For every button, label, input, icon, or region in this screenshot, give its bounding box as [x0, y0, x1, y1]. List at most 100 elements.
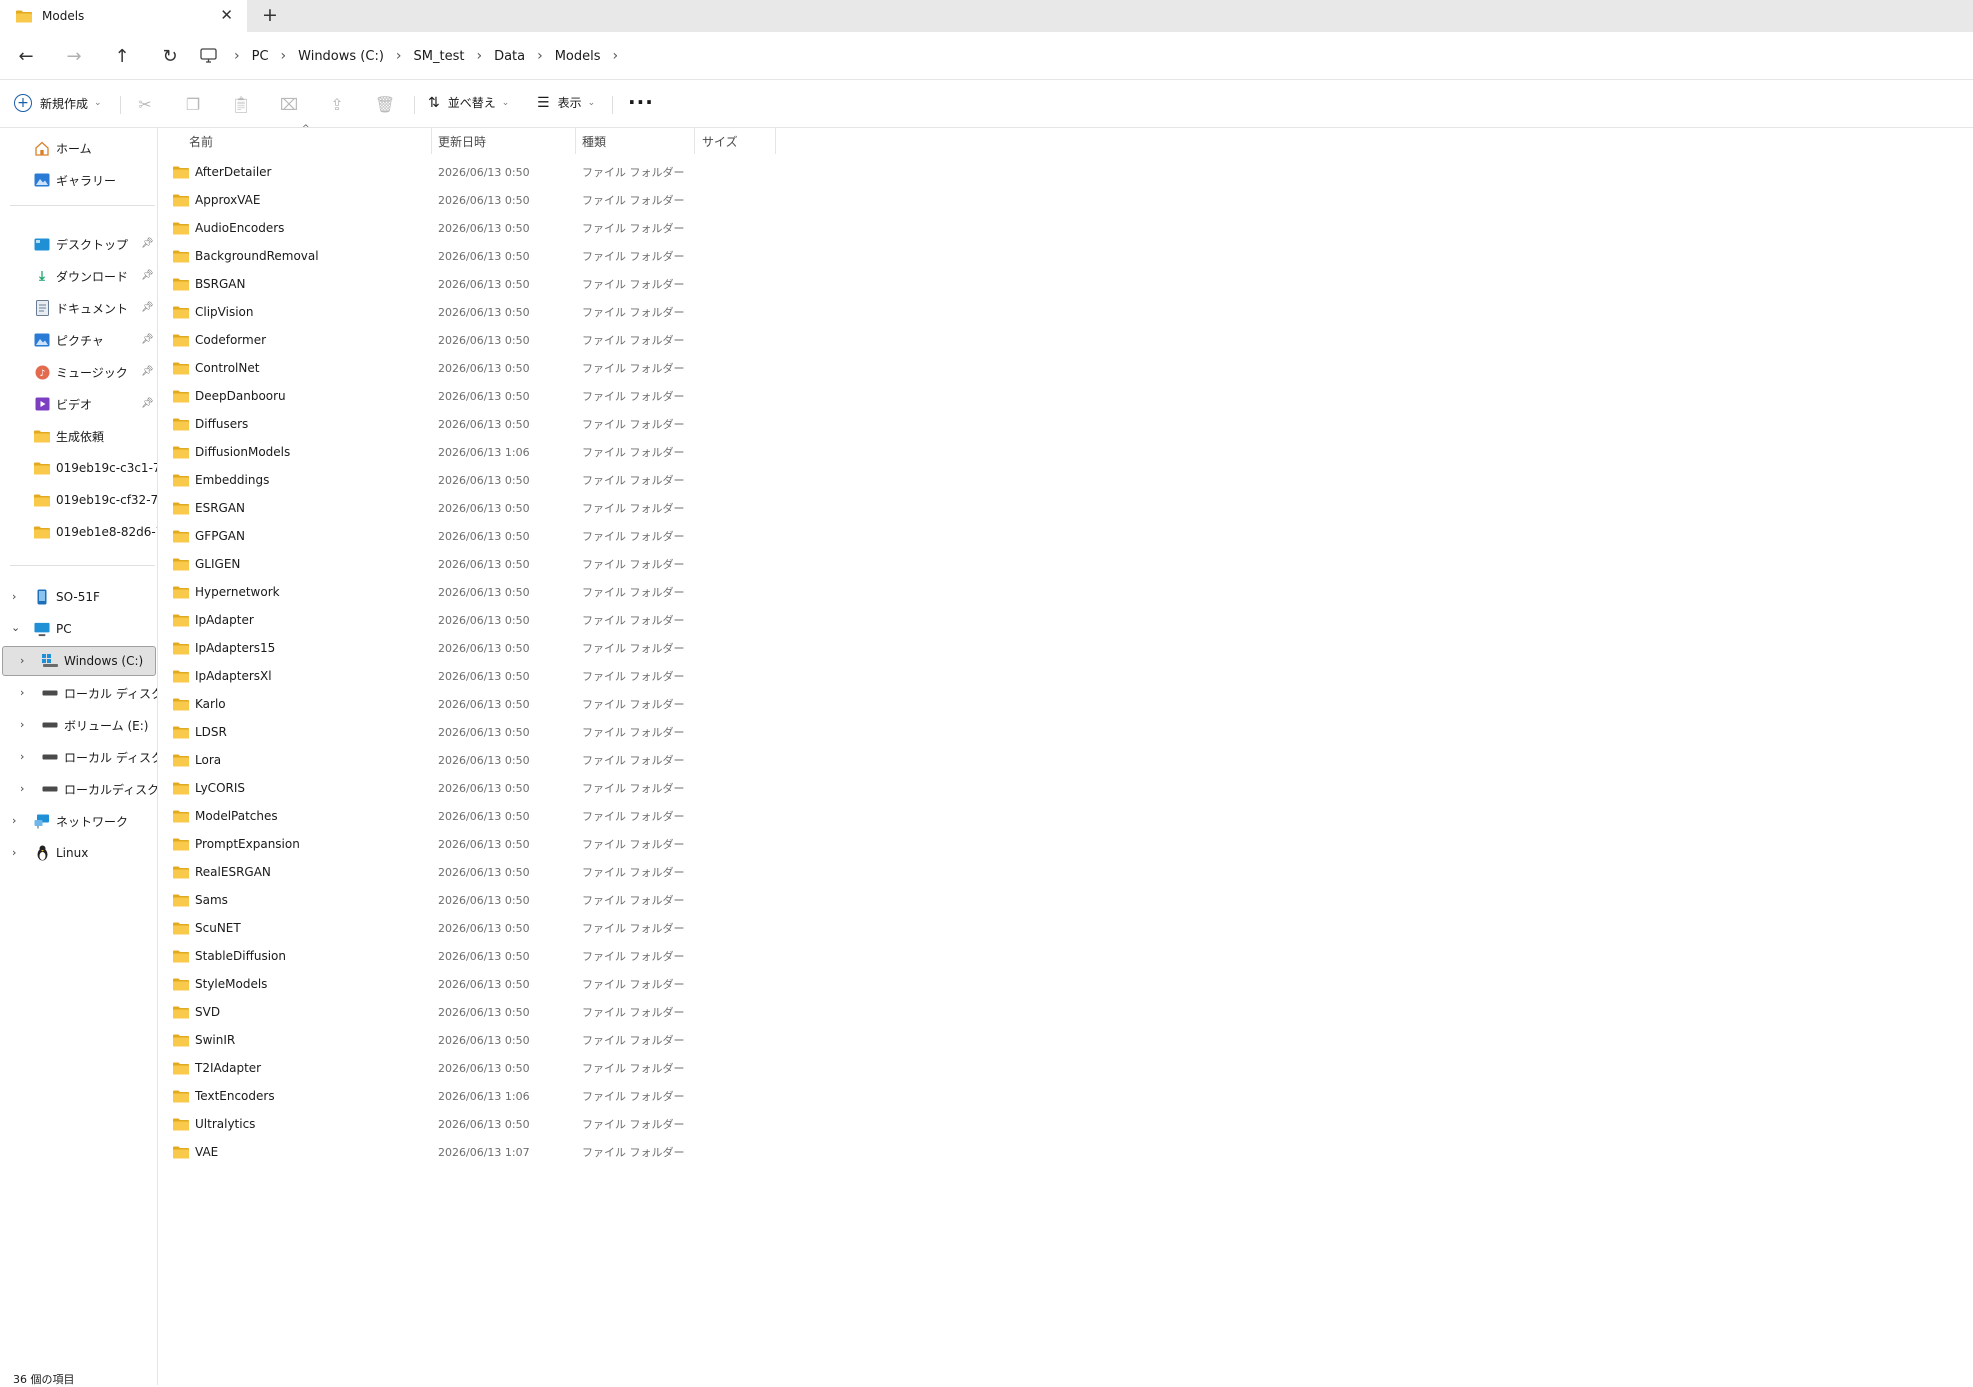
table-row[interactable]: IpAdaptersXl 2026/06/13 0:50 ファイル フォルダー	[173, 662, 823, 690]
file-name-cell[interactable]: SwinIR	[173, 1033, 235, 1047]
table-row[interactable]: Hypernetwork 2026/06/13 0:50 ファイル フォルダー	[173, 578, 823, 606]
file-name-cell[interactable]: BSRGAN	[173, 277, 245, 291]
chevron-right-icon[interactable]: ›	[537, 48, 543, 64]
file-name-cell[interactable]: IpAdapter	[173, 613, 254, 627]
sidebar-item-drive-e[interactable]: ボリューム (E:)	[42, 711, 148, 739]
table-row[interactable]: T2IAdapter 2026/06/13 0:50 ファイル フォルダー	[173, 1054, 823, 1082]
file-name-cell[interactable]: PromptExpansion	[173, 837, 300, 851]
column-header-name[interactable]: 名前	[189, 128, 213, 154]
chevron-right-icon[interactable]: ›	[396, 48, 402, 64]
table-row[interactable]: GLIGEN 2026/06/13 0:50 ファイル フォルダー	[173, 550, 823, 578]
sidebar-item-home[interactable]: ホーム	[34, 134, 92, 162]
table-row[interactable]: Codeformer 2026/06/13 0:50 ファイル フォルダー	[173, 326, 823, 354]
sidebar-item-music[interactable]: ♪ ミュージック	[34, 358, 128, 386]
file-name-cell[interactable]: T2IAdapter	[173, 1061, 261, 1075]
chevron-right-icon[interactable]: ›	[234, 48, 240, 64]
file-name-cell[interactable]: Lora	[173, 753, 221, 767]
chevron-right-icon[interactable]: ›	[20, 782, 24, 795]
up-button[interactable]: ↑	[106, 42, 138, 70]
file-name-cell[interactable]: LDSR	[173, 725, 227, 739]
column-divider[interactable]	[431, 128, 432, 154]
sidebar-item-folder[interactable]: 019eb19c-cf32-751	[34, 486, 157, 514]
chevron-right-icon[interactable]: ›	[281, 48, 287, 64]
table-row[interactable]: StyleModels 2026/06/13 0:50 ファイル フォルダー	[173, 970, 823, 998]
new-button[interactable]: + 新規作成 ⌄	[14, 94, 102, 112]
sidebar-item-phone[interactable]: SO-51F	[34, 583, 100, 611]
sidebar-item-pictures[interactable]: ピクチャ	[34, 326, 104, 354]
new-tab-button[interactable]: +	[262, 4, 278, 26]
file-name-cell[interactable]: GLIGEN	[173, 557, 240, 571]
chevron-right-icon[interactable]: ›	[476, 48, 482, 64]
column-header-type[interactable]: 種類	[582, 128, 606, 154]
table-row[interactable]: BackgroundRemoval 2026/06/13 0:50 ファイル フォル…	[173, 242, 823, 270]
sidebar-item-network[interactable]: ネットワーク	[34, 807, 128, 835]
sidebar-item-folder[interactable]: 生成依頼	[34, 422, 104, 450]
file-name-cell[interactable]: ModelPatches	[173, 809, 278, 823]
file-name-cell[interactable]: Sams	[173, 893, 228, 907]
file-name-cell[interactable]: StableDiffusion	[173, 949, 286, 963]
chevron-right-icon[interactable]: ›	[20, 718, 24, 731]
table-row[interactable]: Ultralytics 2026/06/13 0:50 ファイル フォルダー	[173, 1110, 823, 1138]
forward-button[interactable]: →	[58, 42, 90, 70]
table-row[interactable]: SVD 2026/06/13 0:50 ファイル フォルダー	[173, 998, 823, 1026]
breadcrumb-data[interactable]: Data	[494, 49, 525, 64]
file-name-cell[interactable]: ESRGAN	[173, 501, 245, 515]
table-row[interactable]: ClipVision 2026/06/13 0:50 ファイル フォルダー	[173, 298, 823, 326]
table-row[interactable]: IpAdapter 2026/06/13 0:50 ファイル フォルダー	[173, 606, 823, 634]
sidebar-item-folder[interactable]: 019eb19c-c3c1-793	[34, 454, 157, 482]
file-name-cell[interactable]: Karlo	[173, 697, 226, 711]
chevron-right-icon[interactable]: ›	[12, 846, 16, 859]
chevron-right-icon[interactable]: ›	[20, 654, 24, 667]
sidebar-item-documents[interactable]: ドキュメント	[34, 294, 128, 322]
chevron-right-icon[interactable]: ›	[20, 686, 24, 699]
file-name-cell[interactable]: SVD	[173, 1005, 220, 1019]
table-row[interactable]: GFPGAN 2026/06/13 0:50 ファイル フォルダー	[173, 522, 823, 550]
table-row[interactable]: Embeddings 2026/06/13 0:50 ファイル フォルダー	[173, 466, 823, 494]
sidebar-item-drive-d[interactable]: ローカル ディスク (D:)	[42, 679, 157, 707]
table-row[interactable]: LDSR 2026/06/13 0:50 ファイル フォルダー	[173, 718, 823, 746]
breadcrumb-windows-c[interactable]: Windows (C:)	[298, 49, 384, 64]
file-name-cell[interactable]: AudioEncoders	[173, 221, 284, 235]
column-divider[interactable]	[694, 128, 695, 154]
table-row[interactable]: DiffusionModels 2026/06/13 1:06 ファイル フォルダー	[173, 438, 823, 466]
file-name-cell[interactable]: RealESRGAN	[173, 865, 271, 879]
table-row[interactable]: TextEncoders 2026/06/13 1:06 ファイル フォルダー	[173, 1082, 823, 1110]
table-row[interactable]: PromptExpansion 2026/06/13 0:50 ファイル フォルダー	[173, 830, 823, 858]
file-name-cell[interactable]: VAE	[173, 1145, 218, 1159]
back-button[interactable]: ←	[10, 42, 42, 70]
file-name-cell[interactable]: ClipVision	[173, 305, 253, 319]
sidebar-item-drive-f[interactable]: ローカル ディスク (F:)	[42, 743, 157, 771]
table-row[interactable]: ModelPatches 2026/06/13 0:50 ファイル フォルダー	[173, 802, 823, 830]
tab-models[interactable]: Models ✕	[0, 0, 247, 32]
file-name-cell[interactable]: StyleModels	[173, 977, 267, 991]
table-row[interactable]: BSRGAN 2026/06/13 0:50 ファイル フォルダー	[173, 270, 823, 298]
file-name-cell[interactable]: AfterDetailer	[173, 165, 271, 179]
file-name-cell[interactable]: DeepDanbooru	[173, 389, 286, 403]
share-icon[interactable]: ⇪	[327, 94, 347, 114]
refresh-button[interactable]: ↻	[154, 42, 186, 70]
chevron-down-icon[interactable]: ⌄	[11, 621, 20, 634]
sidebar-item-pc[interactable]: PC	[34, 615, 72, 643]
close-tab-icon[interactable]: ✕	[220, 6, 233, 24]
table-row[interactable]: ScuNET 2026/06/13 0:50 ファイル フォルダー	[173, 914, 823, 942]
table-row[interactable]: SwinIR 2026/06/13 0:50 ファイル フォルダー	[173, 1026, 823, 1054]
file-name-cell[interactable]: IpAdapters15	[173, 641, 275, 655]
file-name-cell[interactable]: Codeformer	[173, 333, 266, 347]
column-header-size[interactable]: サイズ	[702, 128, 738, 154]
sort-button[interactable]: ⇅ 並べ替え ⌄	[428, 94, 509, 111]
pin-icon[interactable]: 📌︎	[141, 270, 154, 281]
chevron-right-icon[interactable]: ›	[12, 814, 16, 827]
file-name-cell[interactable]: ControlNet	[173, 361, 259, 375]
table-row[interactable]: Diffusers 2026/06/13 0:50 ファイル フォルダー	[173, 410, 823, 438]
table-row[interactable]: LyCORIS 2026/06/13 0:50 ファイル フォルダー	[173, 774, 823, 802]
table-row[interactable]: ControlNet 2026/06/13 0:50 ファイル フォルダー	[173, 354, 823, 382]
file-name-cell[interactable]: ScuNET	[173, 921, 241, 935]
sidebar-item-videos[interactable]: ビデオ	[34, 390, 92, 418]
view-button[interactable]: ☰ 表示 ⌄	[537, 94, 595, 111]
file-name-cell[interactable]: TextEncoders	[173, 1089, 275, 1103]
sidebar-item-folder[interactable]: 019eb1e8-82d6-7e5	[34, 518, 157, 546]
breadcrumb-models[interactable]: Models	[555, 49, 601, 64]
file-name-cell[interactable]: ApproxVAE	[173, 193, 260, 207]
table-row[interactable]: VAE 2026/06/13 1:07 ファイル フォルダー	[173, 1138, 823, 1166]
pc-icon[interactable]	[200, 48, 220, 64]
